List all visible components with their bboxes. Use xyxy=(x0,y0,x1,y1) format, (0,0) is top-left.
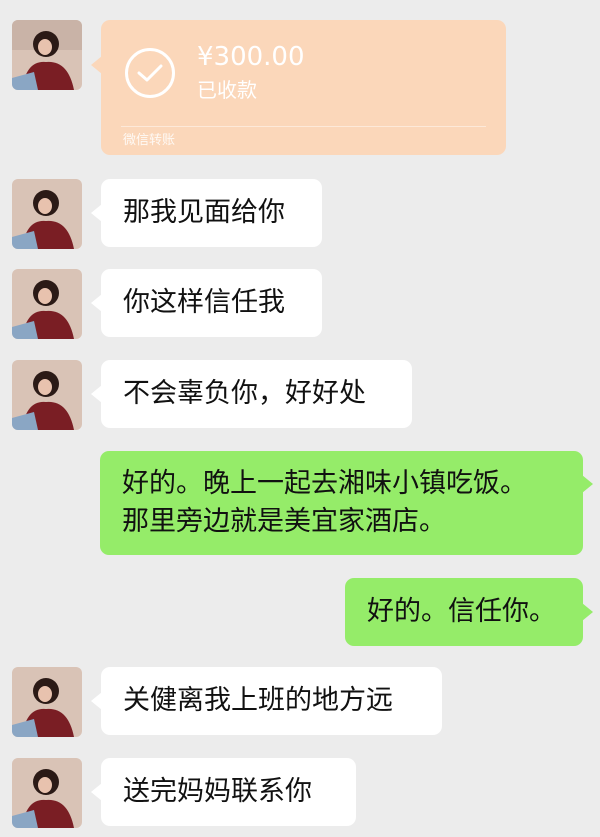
message-bubble[interactable]: 送完妈妈联系你 xyxy=(91,758,356,826)
bubble-tail xyxy=(582,475,593,493)
avatar-image xyxy=(12,667,82,737)
avatar[interactable] xyxy=(12,20,82,90)
avatar[interactable] xyxy=(12,360,82,430)
bubble-tail xyxy=(582,603,593,621)
bubble-tail xyxy=(91,204,102,222)
bubble-tail xyxy=(91,783,102,801)
message-text: 不会辜负你，好好处 xyxy=(123,378,366,409)
divider xyxy=(121,126,486,127)
message-bubble[interactable]: 你这样信任我 xyxy=(91,269,322,337)
bubble-tail xyxy=(91,385,102,403)
avatar-image xyxy=(12,269,82,339)
avatar[interactable] xyxy=(12,758,82,828)
check-icon xyxy=(125,48,175,98)
message-text: 你这样信任我 xyxy=(123,287,285,318)
message-bubble[interactable]: 那我见面给你 xyxy=(91,179,322,247)
message-bubble[interactable]: 好的。晚上一起去湘味小镇吃饭。 那里旁边就是美宜家酒店。 xyxy=(100,451,593,555)
avatar-image xyxy=(12,758,82,828)
transfer-status: 已收款 xyxy=(197,78,257,102)
avatar[interactable] xyxy=(12,667,82,737)
message-text: 那我见面给你 xyxy=(123,197,285,228)
message-text: 送完妈妈联系你 xyxy=(123,776,312,807)
avatar-image xyxy=(12,179,82,249)
message-text: 好的。晚上一起去湘味小镇吃饭。 那里旁边就是美宜家酒店。 xyxy=(122,468,527,537)
bubble-tail xyxy=(91,294,102,312)
transfer-label: 微信转账 xyxy=(123,133,176,148)
message-text: 关健离我上班的地方远 xyxy=(123,685,393,716)
avatar[interactable] xyxy=(12,179,82,249)
bubble-tail xyxy=(91,692,102,710)
avatar-image xyxy=(12,360,82,430)
transfer-card[interactable]: ¥300.00 已收款 微信转账 xyxy=(91,20,506,155)
message-bubble[interactable]: 不会辜负你，好好处 xyxy=(91,360,412,428)
message-bubble[interactable]: 关健离我上班的地方远 xyxy=(91,667,442,735)
message-text: 好的。信任你。 xyxy=(367,596,556,627)
avatar[interactable] xyxy=(12,269,82,339)
transfer-amount: ¥300.00 xyxy=(197,42,305,72)
avatar-image xyxy=(12,20,82,90)
message-bubble[interactable]: 好的。信任你。 xyxy=(345,578,593,646)
bubble-tail xyxy=(91,56,102,74)
